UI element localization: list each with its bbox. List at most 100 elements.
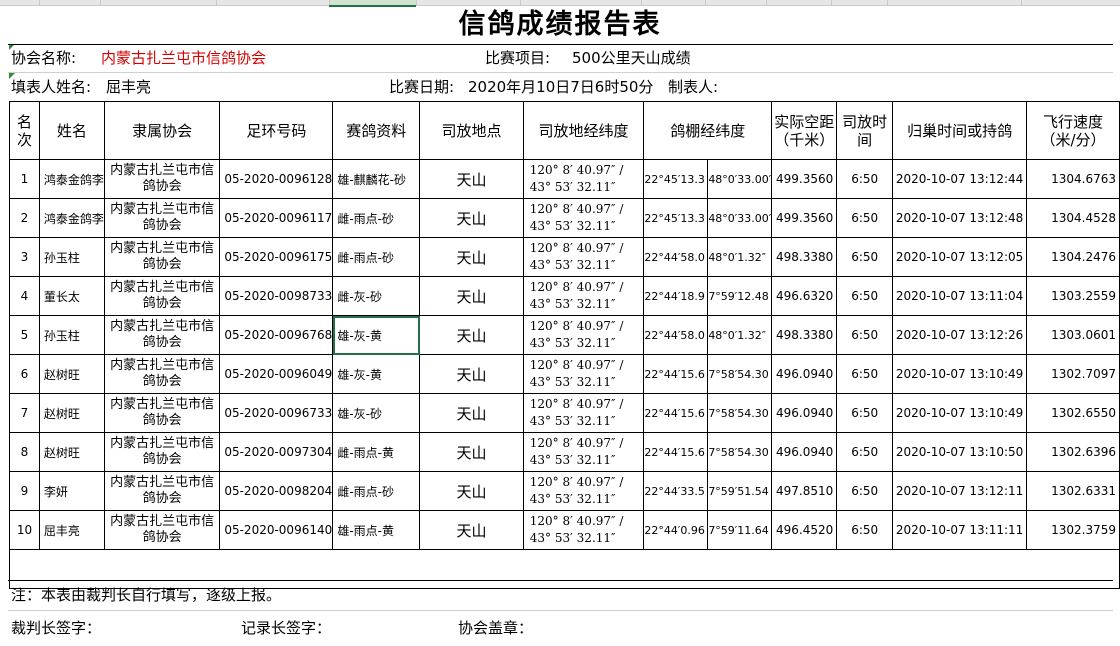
distance-cell[interactable]: 499.3560: [771, 159, 838, 199]
association-cell[interactable]: 内蒙古扎兰屯市信鸽协会: [103, 276, 221, 316]
pigeon-info-cell[interactable]: 雄-麒麟花-砂: [332, 159, 421, 199]
ring-number-cell[interactable]: 05-2020-0098204: [219, 471, 334, 511]
arrival-time-cell[interactable]: 2020-10-07 13:12:26: [892, 315, 1028, 355]
rank-cell[interactable]: 2: [9, 198, 40, 238]
release-coord-cell[interactable]: 120° 8′ 40.97″ / 43° 53′ 32.11″: [522, 237, 645, 277]
loft-latitude-cell[interactable]: 22°44′33.5: [643, 471, 709, 511]
ring-number-cell[interactable]: 05-2020-0096175: [219, 237, 334, 277]
release-place-cell[interactable]: 天山: [419, 510, 524, 550]
speed-cell[interactable]: 1302.7097: [1026, 354, 1120, 394]
pigeon-info-cell[interactable]: 雌-雨点-黄: [332, 432, 421, 472]
distance-cell[interactable]: 496.0940: [771, 393, 838, 433]
release-coord-cell[interactable]: 120° 8′ 40.97″ / 43° 53′ 32.11″: [522, 471, 645, 511]
distance-cell[interactable]: 498.3380: [771, 237, 838, 277]
filler-value[interactable]: 屈丰亮: [106, 77, 151, 97]
loft-latitude-cell[interactable]: 22°44′58.0: [643, 237, 709, 277]
name-cell[interactable]: 屈丰亮: [38, 510, 105, 550]
name-cell[interactable]: 赵树旺: [38, 432, 105, 472]
speed-cell[interactable]: 1304.2476: [1026, 237, 1120, 277]
col-ring-header[interactable]: 足环号码: [219, 101, 334, 160]
loft-longitude-cell[interactable]: 7°59′51.54: [707, 471, 773, 511]
pigeon-info-cell[interactable]: 雄-灰-黄: [332, 315, 421, 355]
release-time-cell[interactable]: 6:50: [836, 393, 894, 433]
release-time-cell[interactable]: 6:50: [836, 432, 894, 472]
rank-cell[interactable]: 10: [9, 510, 40, 550]
pigeon-info-cell[interactable]: 雌-雨点-砂: [332, 471, 421, 511]
name-cell[interactable]: 孙玉柱: [38, 237, 105, 277]
loft-longitude-cell[interactable]: 48°0′1.32″: [707, 237, 773, 277]
name-cell[interactable]: 鸿泰金鸽李: [38, 159, 105, 199]
col-place-header[interactable]: 司放地点: [419, 101, 524, 160]
release-coord-cell[interactable]: 120° 8′ 40.97″ / 43° 53′ 32.11″: [522, 510, 645, 550]
association-cell[interactable]: 内蒙古扎兰屯市信鸽协会: [103, 198, 221, 238]
col-speed-header[interactable]: 飞行速度（米/分）: [1026, 101, 1120, 160]
speed-cell[interactable]: 1302.6550: [1026, 393, 1120, 433]
association-cell[interactable]: 内蒙古扎兰屯市信鸽协会: [103, 237, 221, 277]
rank-cell[interactable]: 9: [9, 471, 40, 511]
pigeon-info-cell[interactable]: 雄-雨点-黄: [332, 510, 421, 550]
col-assoc-header[interactable]: 隶属协会: [103, 101, 221, 160]
arrival-time-cell[interactable]: 2020-10-07 13:12:44: [892, 159, 1028, 199]
ring-number-cell[interactable]: 05-2020-0096140: [219, 510, 334, 550]
name-cell[interactable]: 孙玉柱: [38, 315, 105, 355]
release-place-cell[interactable]: 天山: [419, 198, 524, 238]
release-time-cell[interactable]: 6:50: [836, 315, 894, 355]
col-arrival-header[interactable]: 归巢时间或持鸽: [892, 101, 1028, 160]
speed-cell[interactable]: 1303.2559: [1026, 276, 1120, 316]
name-cell[interactable]: 鸿泰金鸽李: [38, 198, 105, 238]
arrival-time-cell[interactable]: 2020-10-07 13:10:49: [892, 354, 1028, 394]
release-coord-cell[interactable]: 120° 8′ 40.97″ / 43° 53′ 32.11″: [522, 276, 645, 316]
association-value[interactable]: 内蒙古扎兰屯市信鸽协会: [101, 48, 266, 68]
release-coord-cell[interactable]: 120° 8′ 40.97″ / 43° 53′ 32.11″: [522, 315, 645, 355]
release-time-cell[interactable]: 6:50: [836, 159, 894, 199]
race-item-value[interactable]: 500公里天山成绩: [572, 48, 691, 68]
loft-latitude-cell[interactable]: 22°44′0.96: [643, 510, 709, 550]
speed-cell[interactable]: 1304.6763: [1026, 159, 1120, 199]
loft-latitude-cell[interactable]: 22°44′15.6: [643, 354, 709, 394]
release-place-cell[interactable]: 天山: [419, 393, 524, 433]
release-coord-cell[interactable]: 120° 8′ 40.97″ / 43° 53′ 32.11″: [522, 393, 645, 433]
race-date-value[interactable]: 2020年月10日7日6时50分: [468, 77, 653, 97]
association-cell[interactable]: 内蒙古扎兰屯市信鸽协会: [103, 432, 221, 472]
col-name-header[interactable]: 姓名: [38, 101, 105, 160]
arrival-time-cell[interactable]: 2020-10-07 13:11:11: [892, 510, 1028, 550]
ring-number-cell[interactable]: 05-2020-0096733: [219, 393, 334, 433]
speed-cell[interactable]: 1302.6331: [1026, 471, 1120, 511]
release-time-cell[interactable]: 6:50: [836, 198, 894, 238]
association-cell[interactable]: 内蒙古扎兰屯市信鸽协会: [103, 393, 221, 433]
association-cell[interactable]: 内蒙古扎兰屯市信鸽协会: [103, 354, 221, 394]
association-cell[interactable]: 内蒙古扎兰屯市信鸽协会: [103, 510, 221, 550]
col-info-header[interactable]: 赛鸽资料: [332, 101, 421, 160]
col-distance-header[interactable]: 实际空距（千米）: [771, 101, 838, 160]
release-coord-cell[interactable]: 120° 8′ 40.97″ / 43° 53′ 32.11″: [522, 432, 645, 472]
pigeon-info-cell[interactable]: 雌-雨点-砂: [332, 198, 421, 238]
loft-latitude-cell[interactable]: 22°45′13.3: [643, 159, 709, 199]
release-place-cell[interactable]: 天山: [419, 432, 524, 472]
loft-longitude-cell[interactable]: 48°0′33.00′: [707, 159, 773, 199]
loft-latitude-cell[interactable]: 22°45′13.3: [643, 198, 709, 238]
col-coord-header[interactable]: 司放地经纬度: [522, 101, 645, 160]
loft-longitude-cell[interactable]: 48°0′33.00′: [707, 198, 773, 238]
loft-longitude-cell[interactable]: 48°0′1.32″: [707, 315, 773, 355]
pigeon-info-cell[interactable]: 雄-灰-黄: [332, 354, 421, 394]
arrival-time-cell[interactable]: 2020-10-07 13:12:05: [892, 237, 1028, 277]
ring-number-cell[interactable]: 05-2020-0096128: [219, 159, 334, 199]
name-cell[interactable]: 李妍: [38, 471, 105, 511]
ring-number-cell[interactable]: 05-2020-0097304: [219, 432, 334, 472]
ring-number-cell[interactable]: 05-2020-0096117: [219, 198, 334, 238]
col-rank-header[interactable]: 名次: [9, 101, 40, 160]
distance-cell[interactable]: 496.4520: [771, 510, 838, 550]
arrival-time-cell[interactable]: 2020-10-07 13:10:49: [892, 393, 1028, 433]
col-release-header[interactable]: 司放时间: [836, 101, 894, 160]
release-time-cell[interactable]: 6:50: [836, 276, 894, 316]
pigeon-info-cell[interactable]: 雌-灰-砂: [332, 276, 421, 316]
release-place-cell[interactable]: 天山: [419, 237, 524, 277]
ring-number-cell[interactable]: 05-2020-0096768: [219, 315, 334, 355]
arrival-time-cell[interactable]: 2020-10-07 13:12:11: [892, 471, 1028, 511]
name-cell[interactable]: 赵树旺: [38, 393, 105, 433]
ring-number-cell[interactable]: 05-2020-0098733: [219, 276, 334, 316]
association-cell[interactable]: 内蒙古扎兰屯市信鸽协会: [103, 315, 221, 355]
distance-cell[interactable]: 498.3380: [771, 315, 838, 355]
loft-latitude-cell[interactable]: 22°44′15.6: [643, 393, 709, 433]
loft-latitude-cell[interactable]: 22°44′15.6: [643, 432, 709, 472]
